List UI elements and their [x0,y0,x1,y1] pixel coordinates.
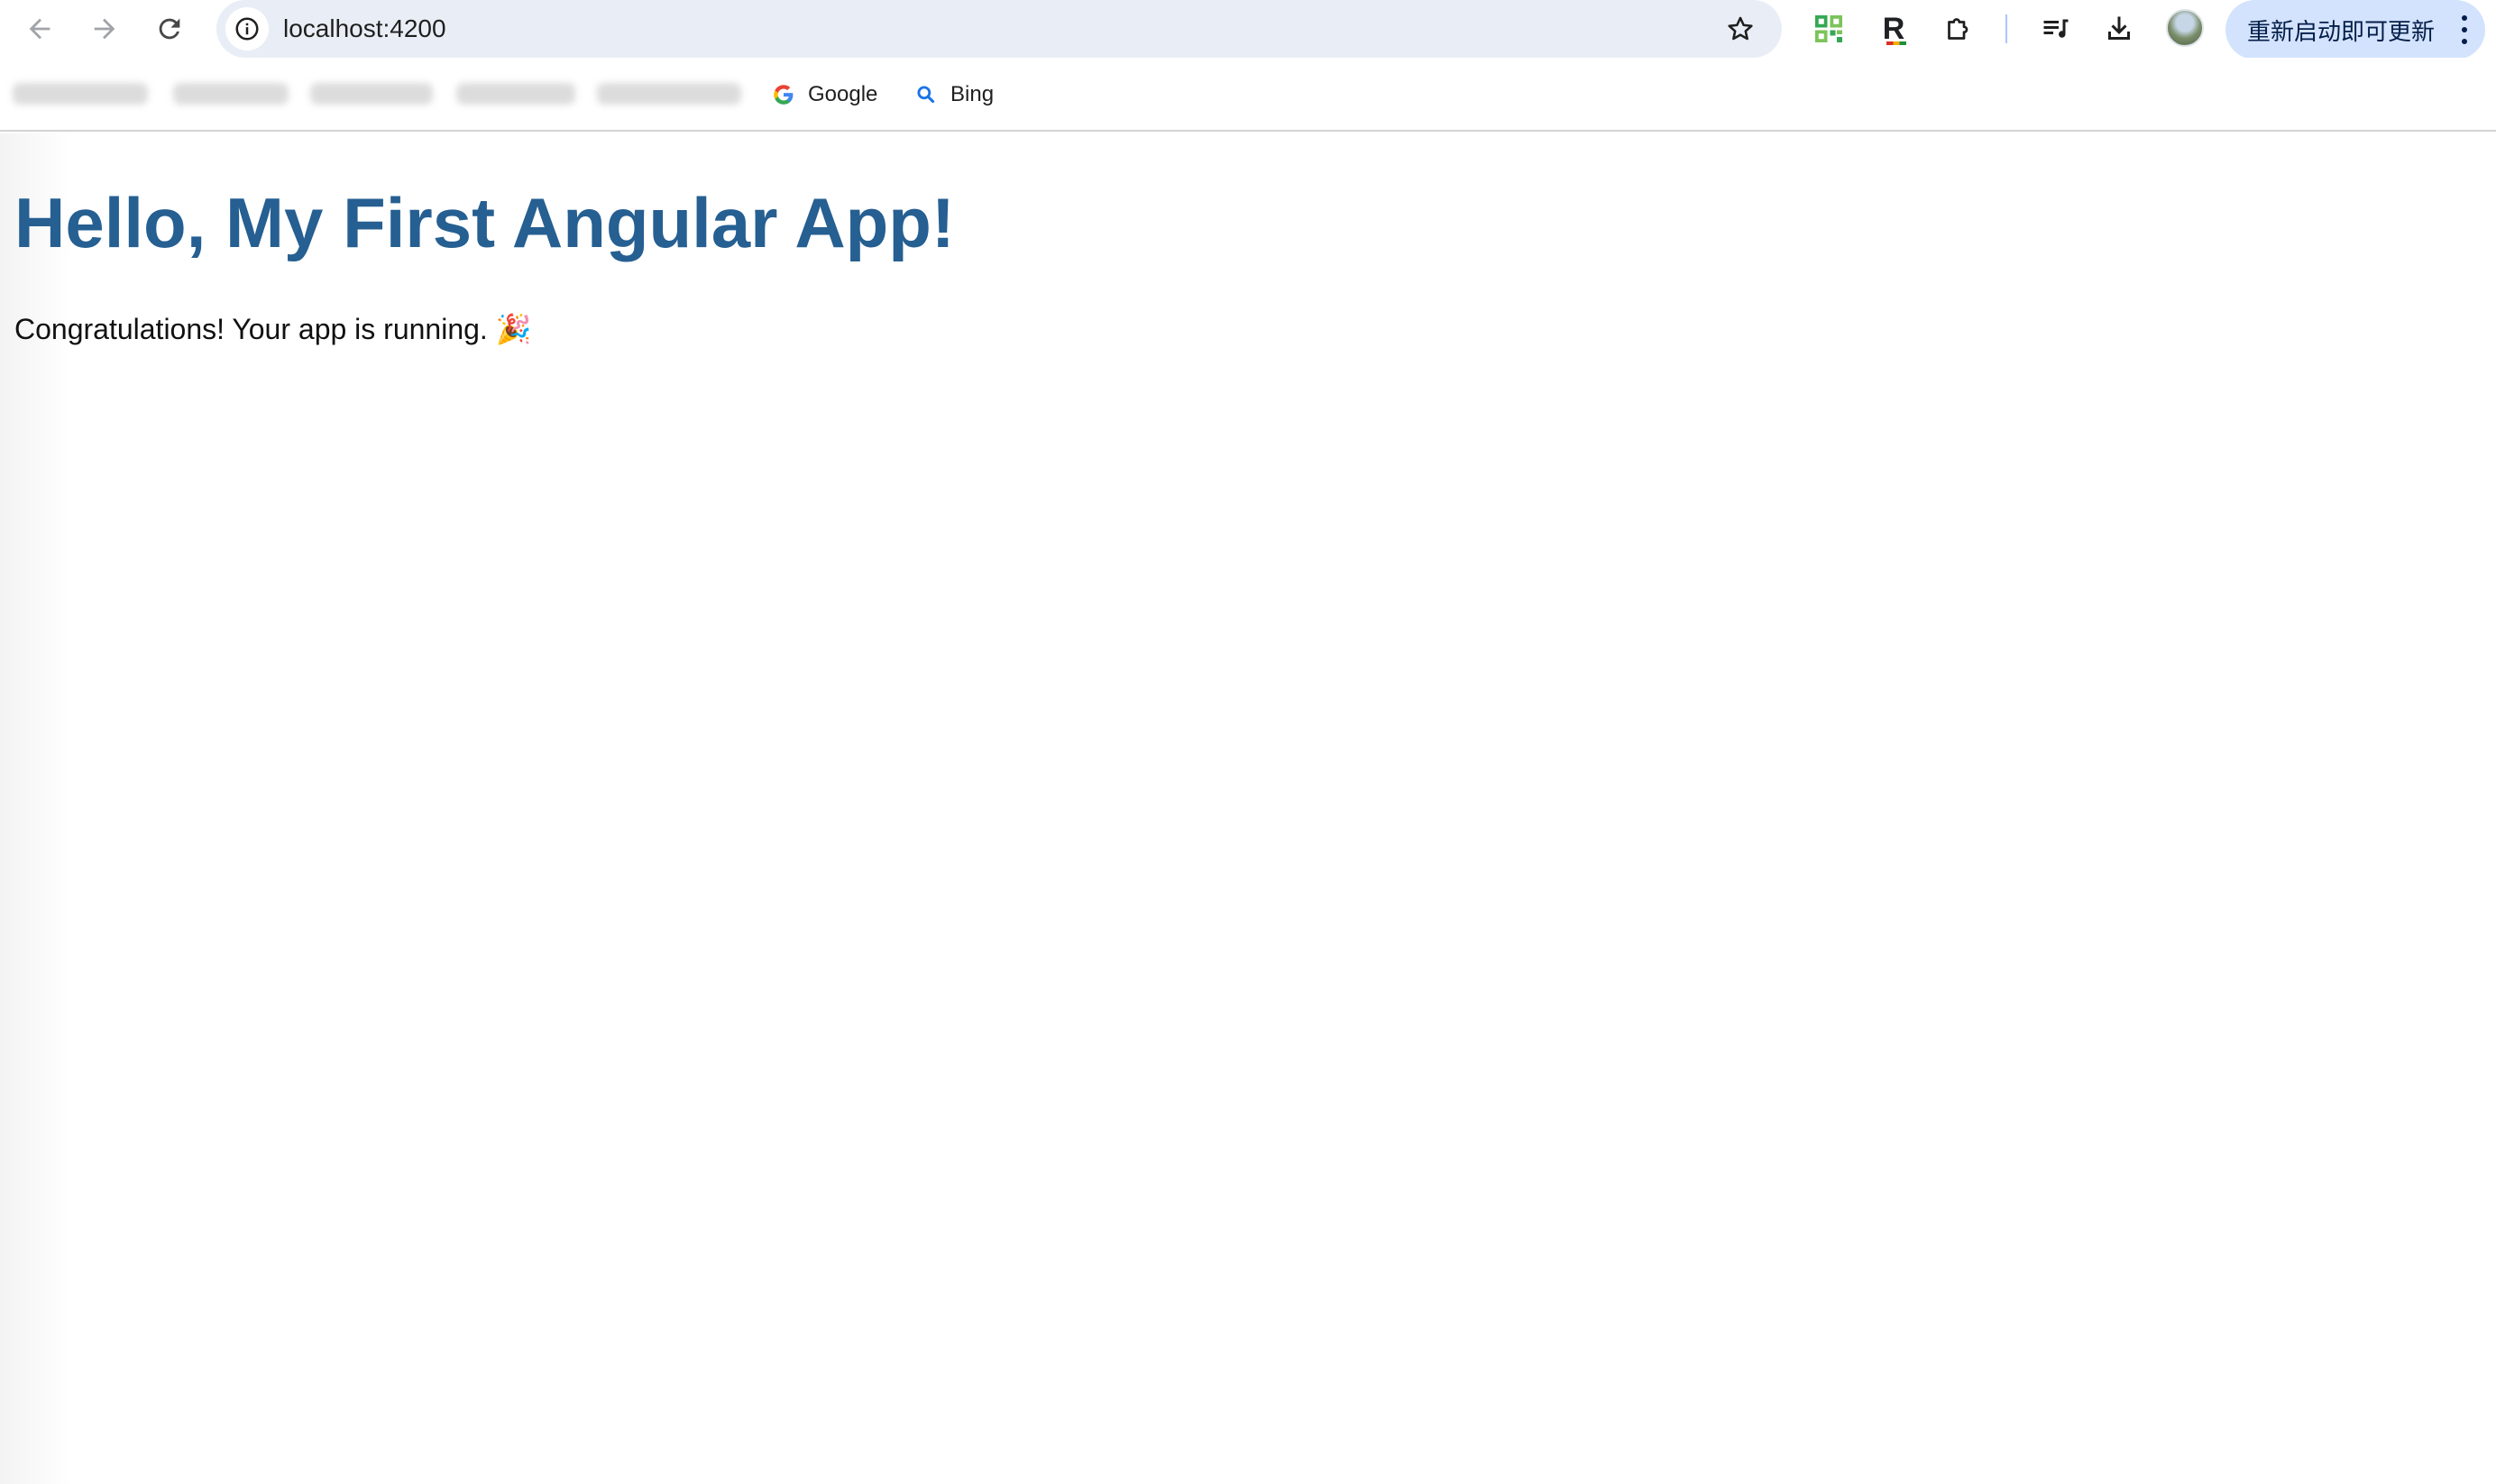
page-title: Hello, My First Angular App! [14,183,955,262]
bookmark-redacted[interactable] [310,83,433,105]
back-button[interactable] [18,7,61,50]
qr-code-extension-icon [1815,15,1842,42]
download-icon [2108,16,2130,40]
back-arrow-icon [29,18,50,40]
info-icon [235,17,259,41]
forward-button[interactable] [83,7,126,50]
r-extension-button[interactable]: R [1874,9,1913,49]
media-controls-button[interactable] [2036,9,2076,49]
site-info-button[interactable] [225,7,269,50]
reload-icon [159,18,180,40]
bing-search-icon [917,86,935,104]
bookmark-google[interactable]: Google [772,76,877,114]
url-text[interactable]: localhost:4200 [283,0,446,58]
bookmark-bing[interactable]: Bing [914,76,994,114]
toolbar-divider [2005,14,2007,43]
update-button-label: 重新启动即可更新 [2247,18,2436,46]
bookmark-redacted[interactable] [456,83,575,105]
bookmark-redacted[interactable] [13,83,148,105]
browser-toolbar: localhost:4200 R 重新启动即可更新 [0,0,2496,60]
downloads-button[interactable] [2099,9,2139,49]
page-viewport: Hello, My First Angular App! Congratulat… [0,133,2496,1484]
google-icon [774,85,794,105]
bookmarks-bar: Google Bing [0,58,2496,132]
update-restart-button[interactable]: 重新启动即可更新 [2225,0,2485,60]
media-controls-icon [2043,19,2069,38]
bookmark-star-button[interactable] [1721,9,1760,49]
puzzle-extensions-icon [1948,18,1968,40]
extensions-button[interactable] [1939,9,1978,49]
bookmark-label: Bing [950,82,995,106]
reload-button[interactable] [148,7,191,50]
kebab-menu-icon[interactable] [2460,15,2469,44]
address-bar[interactable]: localhost:4200 [216,0,1782,58]
bookmark-redacted[interactable] [173,83,289,105]
forward-arrow-icon [94,18,115,40]
qr-extension-button[interactable] [1809,9,1849,49]
r-extension-icon: R [1882,11,1906,46]
bookmark-redacted[interactable] [597,83,741,105]
profile-avatar[interactable] [2166,9,2204,47]
page-subtitle: Congratulations! Your app is running. 🎉 [14,313,532,345]
star-icon [1728,16,1753,41]
bookmark-label: Google [808,82,878,106]
